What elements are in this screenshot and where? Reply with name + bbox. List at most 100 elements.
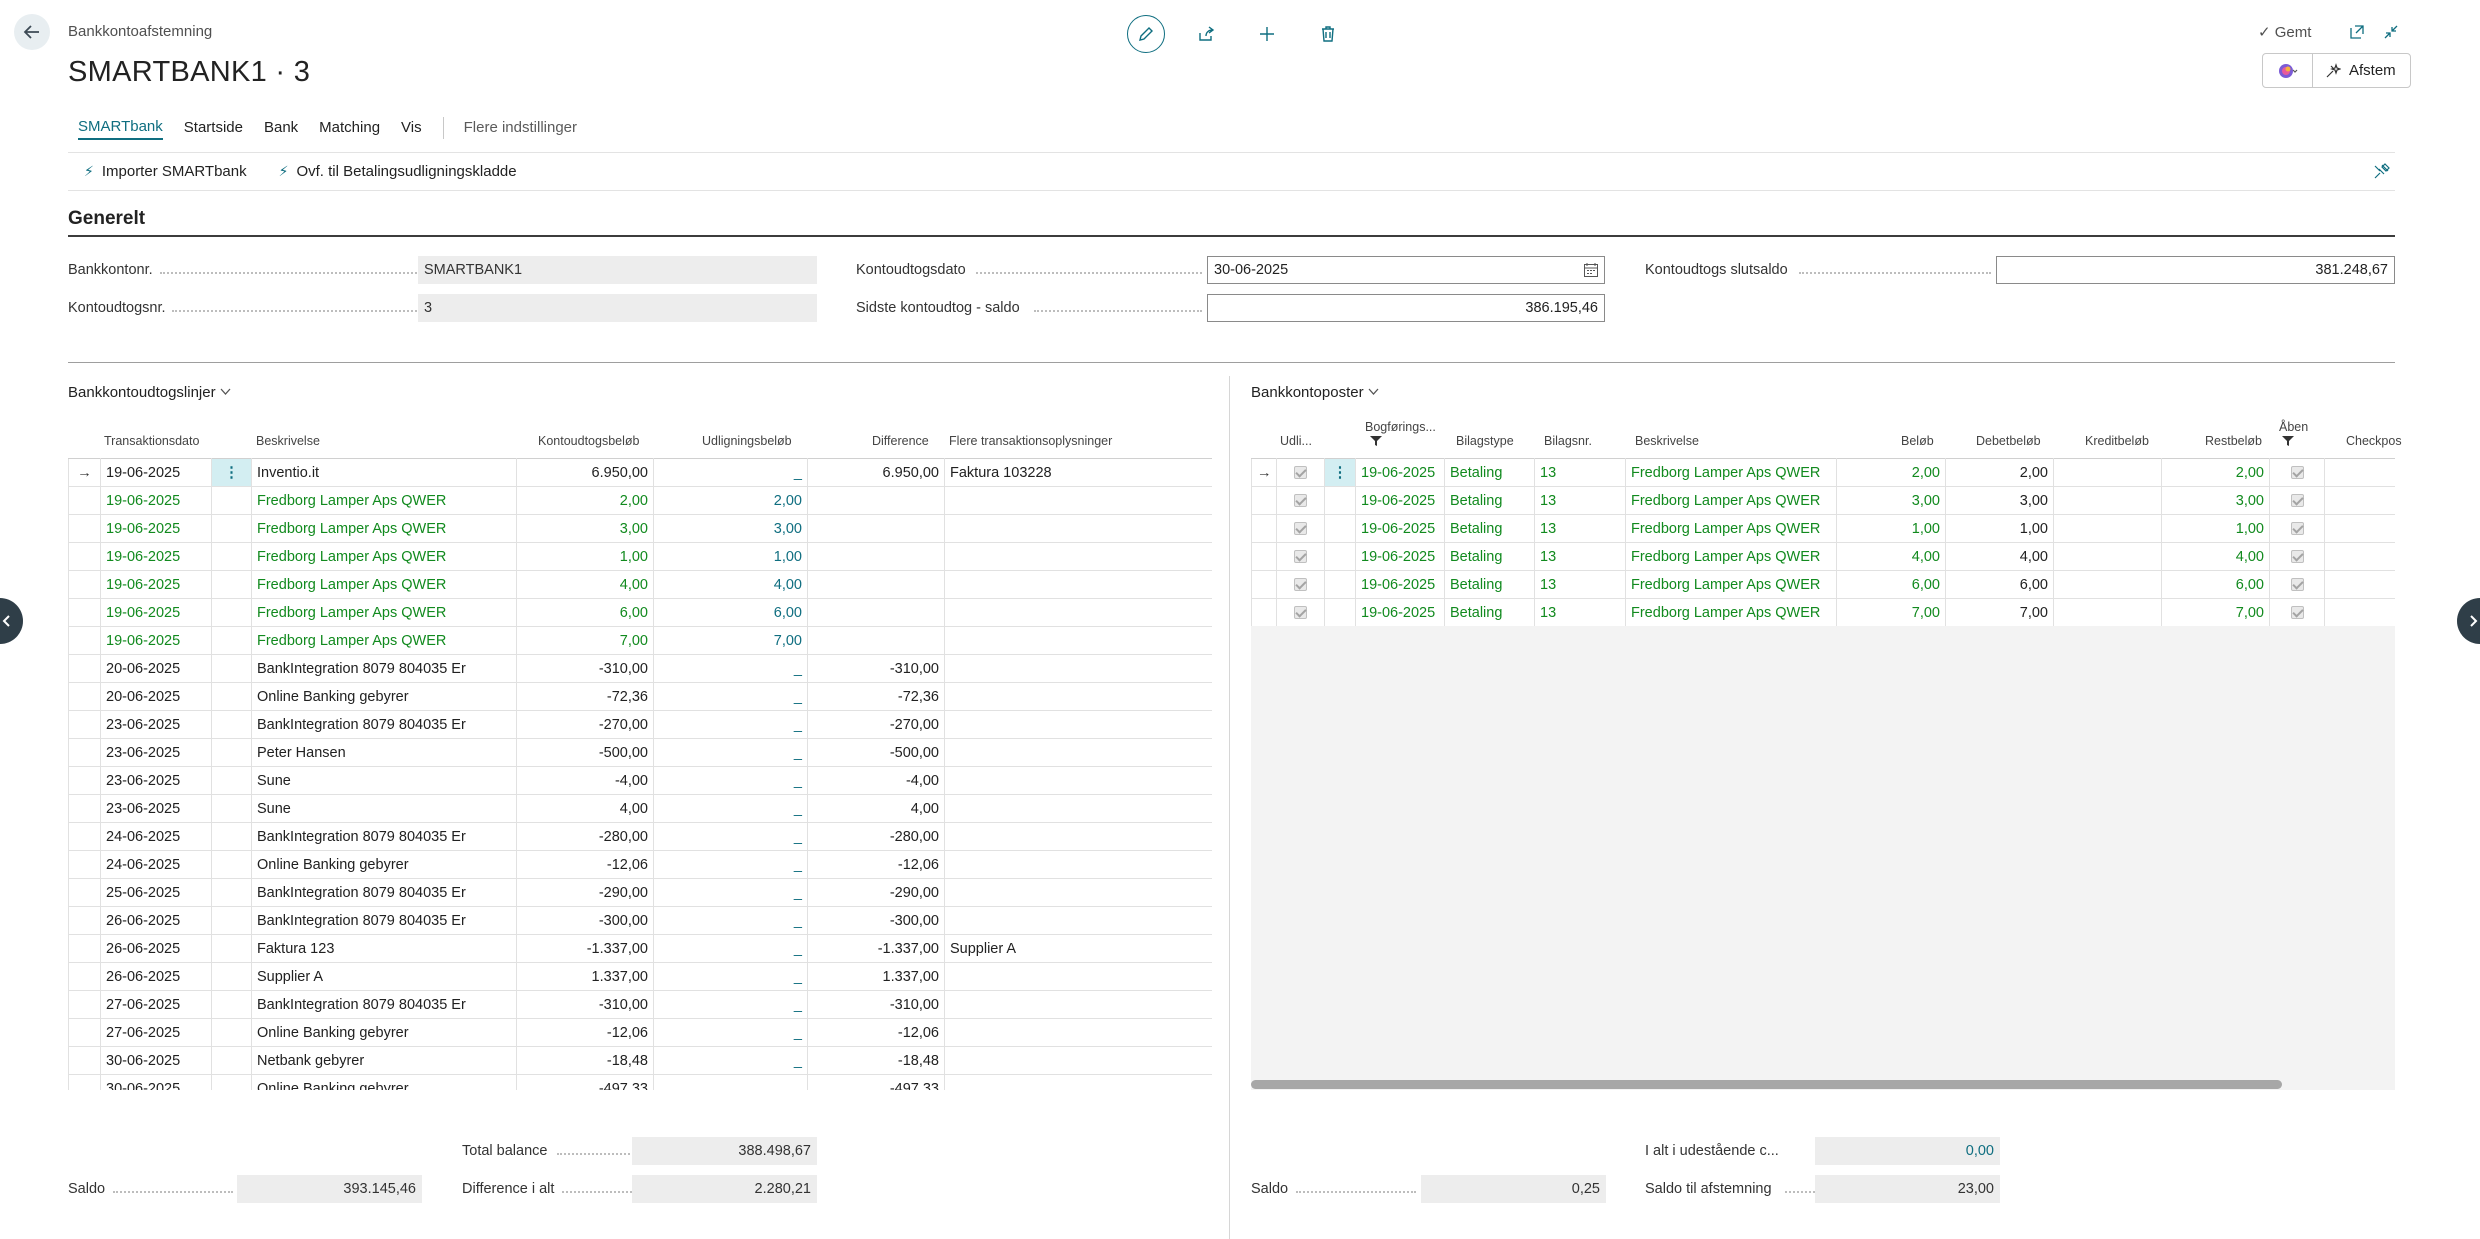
statement-amount-cell[interactable]: 3,00 <box>516 514 654 543</box>
additional-info-cell[interactable]: Supplier A <box>944 934 1212 963</box>
table-row[interactable]: 23-06-2025 Sune 4,00 _ 4,00 <box>68 794 1212 823</box>
additional-info-cell[interactable] <box>944 654 1212 683</box>
additional-info-cell[interactable]: Faktura 103228 <box>944 458 1212 487</box>
applied-amount-cell[interactable]: 4,00 <box>653 570 808 599</box>
import-smartbank-action[interactable]: ⚡︎ Importer SMARTbank <box>84 163 247 180</box>
additional-info-cell[interactable] <box>944 990 1212 1019</box>
additional-info-cell[interactable] <box>944 1046 1212 1075</box>
description-cell[interactable]: Fredborg Lamper Aps QWER <box>251 626 517 655</box>
table-row[interactable]: 26-06-2025 BankIntegration 8079 804035 Er… <box>68 906 1212 935</box>
table-row[interactable]: 19-06-2025 Fredborg Lamper Aps QWER 7,00 7,… <box>68 626 1212 655</box>
description-cell[interactable]: Supplier A <box>251 962 517 991</box>
transaction-date-cell[interactable]: 30-06-2025 <box>100 1074 212 1090</box>
applied-amount-cell[interactable]: _ <box>653 682 808 711</box>
col-check-ledger[interactable]: Checkpos <box>2346 434 2402 448</box>
col-debit-amount[interactable]: Debetbeløb <box>1976 434 2041 448</box>
applied-amount-cell[interactable]: _ <box>653 710 808 739</box>
description-cell[interactable]: Fredborg Lamper Aps QWER <box>251 570 517 599</box>
applied-amount-cell[interactable]: 2,00 <box>653 486 808 515</box>
row-actions-button[interactable]: ⋮ <box>1324 458 1356 487</box>
edit-button[interactable] <box>1127 15 1165 53</box>
pin-icon[interactable] <box>2373 162 2391 185</box>
statement-amount-cell[interactable]: -270,00 <box>516 710 654 739</box>
table-row[interactable]: 19-06-2025 Fredborg Lamper Aps QWER 1,00 1,… <box>68 542 1212 571</box>
description-cell[interactable]: Netbank gebyrer <box>251 1046 517 1075</box>
table-row[interactable]: 24-06-2025 BankIntegration 8079 804035 Er… <box>68 822 1212 851</box>
statement-amount-cell[interactable]: -280,00 <box>516 822 654 851</box>
checkbox[interactable] <box>1294 466 1307 480</box>
applied-checkbox-cell[interactable] <box>1276 570 1325 599</box>
statement-amount-cell[interactable]: 2,00 <box>516 486 654 515</box>
table-row[interactable]: 26-06-2025 Supplier A 1.337,00 _ 1.337,00 <box>68 962 1212 991</box>
statement-amount-cell[interactable]: -18,48 <box>516 1046 654 1075</box>
description-cell[interactable]: Fredborg Lamper Aps QWER <box>251 514 517 543</box>
transfer-to-journal-action[interactable]: ⚡︎ Ovf. til Betalingsudligningskladde <box>279 163 517 180</box>
table-row[interactable]: 23-06-2025 Peter Hansen -500,00 _ -500,00 <box>68 738 1212 767</box>
ledger-entries-title[interactable]: Bankkontoposter <box>1251 384 1379 401</box>
table-row[interactable]: 19-06-2025 Fredborg Lamper Aps QWER 6,00 6,… <box>68 598 1212 627</box>
part-splitter[interactable] <box>1229 376 1230 1239</box>
new-button[interactable] <box>1247 14 1287 54</box>
statement-amount-cell[interactable]: 6.950,00 <box>516 458 654 487</box>
col-transaction-date[interactable]: Transaktionsdato <box>104 434 199 448</box>
afstem-button[interactable]: Afstem <box>2313 54 2410 87</box>
col-additional-info[interactable]: Flere transaktionsoplysninger <box>949 434 1112 448</box>
transaction-date-cell[interactable]: 26-06-2025 <box>100 934 212 963</box>
additional-info-cell[interactable] <box>944 598 1212 627</box>
description-cell[interactable]: Fredborg Lamper Aps QWER <box>251 486 517 515</box>
table-row[interactable]: 30-06-2025 Online Banking gebyrer -497,33 _… <box>68 1074 1212 1090</box>
transaction-date-cell[interactable]: 19-06-2025 <box>100 570 212 599</box>
tab-bank[interactable]: Bank <box>264 117 298 139</box>
col-statement-amount[interactable]: Kontoudtogsbeløb <box>538 434 639 448</box>
applied-amount-cell[interactable]: _ <box>653 990 808 1019</box>
transaction-date-cell[interactable]: 19-06-2025 <box>100 542 212 571</box>
applied-amount-cell[interactable]: _ <box>653 766 808 795</box>
description-cell[interactable]: Peter Hansen <box>251 738 517 767</box>
additional-info-cell[interactable] <box>944 850 1212 879</box>
transaction-date-cell[interactable]: 26-06-2025 <box>100 962 212 991</box>
copilot-button[interactable] <box>2263 54 2313 87</box>
col-document-no[interactable]: Bilagsnr. <box>1544 434 1592 448</box>
transaction-date-cell[interactable]: 23-06-2025 <box>100 738 212 767</box>
posting-date-cell[interactable]: 19-06-2025 <box>1355 542 1445 571</box>
statement-amount-cell[interactable]: 4,00 <box>516 794 654 823</box>
table-row[interactable]: 19-06-2025 Fredborg Lamper Aps QWER 2,00 2,… <box>68 486 1212 515</box>
transaction-date-cell[interactable]: 19-06-2025 <box>100 514 212 543</box>
applied-amount-cell[interactable]: _ <box>653 934 808 963</box>
applied-checkbox-cell[interactable] <box>1276 542 1325 571</box>
checkbox[interactable] <box>1294 494 1307 508</box>
statement-amount-cell[interactable]: -1.337,00 <box>516 934 654 963</box>
additional-info-cell[interactable] <box>944 570 1212 599</box>
additional-info-cell[interactable] <box>944 962 1212 991</box>
transaction-date-cell[interactable]: 24-06-2025 <box>100 850 212 879</box>
transaction-date-cell[interactable]: 23-06-2025 <box>100 710 212 739</box>
applied-amount-cell[interactable]: _ <box>653 1018 808 1047</box>
table-row[interactable]: 23-06-2025 Sune -4,00 _ -4,00 <box>68 766 1212 795</box>
description-cell[interactable]: Fredborg Lamper Aps QWER <box>251 598 517 627</box>
applied-amount-cell[interactable]: _ <box>653 906 808 935</box>
additional-info-cell[interactable] <box>944 906 1212 935</box>
table-row[interactable]: 30-06-2025 Netbank gebyrer -18,48 _ -18,48 <box>68 1046 1212 1075</box>
table-row[interactable]: 19-06-2025 Betaling 13 Fredborg Lamper Aps … <box>1251 542 2395 571</box>
additional-info-cell[interactable] <box>944 710 1212 739</box>
additional-info-cell[interactable] <box>944 542 1212 571</box>
back-button[interactable] <box>14 14 50 50</box>
transaction-date-cell[interactable]: 19-06-2025 <box>100 626 212 655</box>
next-record-button[interactable] <box>2457 598 2480 644</box>
checkbox[interactable] <box>1294 606 1307 620</box>
applied-amount-cell[interactable]: _ <box>653 962 808 991</box>
table-row[interactable]: 25-06-2025 BankIntegration 8079 804035 Er… <box>68 878 1212 907</box>
applied-amount-cell[interactable]: _ <box>653 1046 808 1075</box>
description-cell[interactable]: BankIntegration 8079 804035 Er <box>251 878 517 907</box>
statement-amount-cell[interactable]: -72,36 <box>516 682 654 711</box>
applied-amount-cell[interactable]: 7,00 <box>653 626 808 655</box>
calendar-icon[interactable] <box>1583 262 1599 282</box>
more-options-button[interactable]: Flere indstillinger <box>464 117 577 139</box>
table-row[interactable]: 19-06-2025 Fredborg Lamper Aps QWER 4,00 4,… <box>68 570 1212 599</box>
share-button[interactable] <box>1186 14 1226 54</box>
statement-amount-cell[interactable]: -497,33 <box>516 1074 654 1090</box>
checkbox[interactable] <box>1294 550 1307 564</box>
transaction-date-cell[interactable]: 20-06-2025 <box>100 654 212 683</box>
applied-amount-cell[interactable]: 6,00 <box>653 598 808 627</box>
statement-lines-title[interactable]: Bankkontoudtogslinjer <box>68 384 231 401</box>
